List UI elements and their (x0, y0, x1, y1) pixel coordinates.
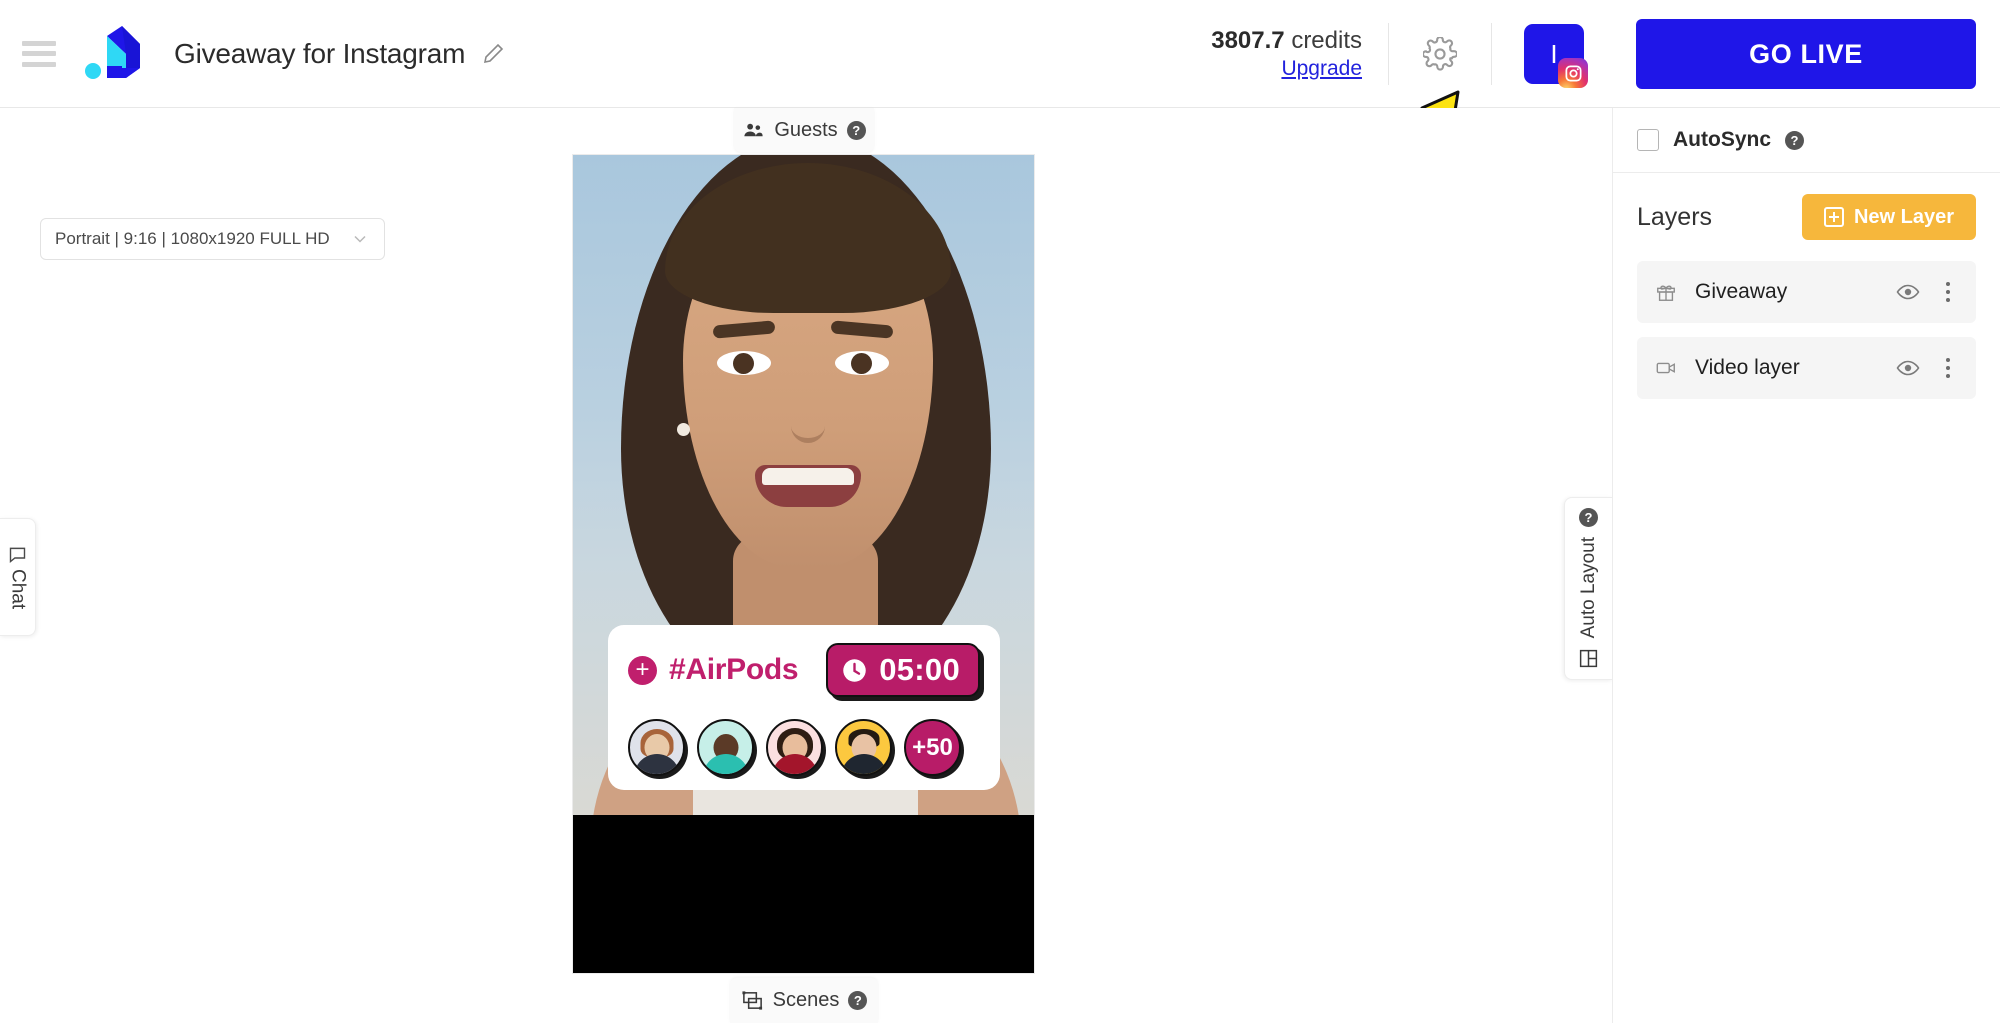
hamburger-menu-icon[interactable] (22, 40, 56, 67)
layer-visibility-toggle[interactable] (1896, 356, 1920, 380)
clock-icon (843, 658, 866, 682)
auto-layout-help-icon[interactable]: ? (1579, 508, 1598, 527)
pencil-icon[interactable] (481, 42, 505, 66)
giveaway-hashtag: #AirPods (669, 653, 799, 686)
upgrade-link[interactable]: Upgrade (1211, 56, 1362, 82)
eye-icon (1896, 284, 1920, 300)
plus-square-icon (1823, 207, 1844, 227)
three-dots-icon (1946, 282, 1950, 286)
credits-label: credits (1291, 26, 1362, 54)
gift-icon (1657, 285, 1675, 301)
user-avatar-button[interactable]: I (1492, 24, 1616, 88)
layer-visibility-toggle[interactable] (1896, 280, 1920, 304)
video-camera-icon (1656, 362, 1675, 374)
go-live-button[interactable]: GO LIVE (1636, 19, 1976, 89)
giveaway-timer: 05:00 (826, 643, 980, 697)
scenes-tab-label: Scenes (772, 989, 840, 1011)
people-group-icon (744, 123, 763, 136)
autosync-row[interactable]: AutoSync ? (1613, 108, 2000, 173)
chevron-down-icon (354, 235, 366, 243)
three-dots-icon (1946, 358, 1950, 362)
video-preview-canvas[interactable]: + #AirPods 05:00 +50 (573, 155, 1034, 973)
giveaway-widget-header: + #AirPods 05:00 (628, 643, 980, 697)
instagram-icon (1558, 58, 1588, 88)
page-title: Giveaway for Instagram (174, 37, 466, 69)
app-logo-icon[interactable] (78, 22, 152, 86)
layer-row-giveaway[interactable]: Giveaway (1637, 261, 1976, 323)
layout-grid-icon (1579, 649, 1598, 668)
autosync-label: AutoSync (1673, 128, 1772, 151)
avatar: I (1524, 24, 1588, 88)
new-layer-label: New Layer (1853, 205, 1954, 228)
participant-avatar (628, 719, 685, 776)
right-panel: AutoSync ? Layers New Layer Giveaway Vid… (1612, 108, 2000, 1023)
layers-title: Layers (1637, 202, 1713, 231)
scenes-frame-icon (742, 991, 762, 1010)
aspect-ratio-select[interactable]: Portrait | 9:16 | 1080x1920 FULL HD (40, 218, 385, 260)
auto-layout-tab[interactable]: ? Auto Layout (1564, 497, 1612, 680)
layer-menu-button[interactable] (1938, 282, 1958, 302)
scenes-tab[interactable]: Scenes ? (730, 978, 878, 1023)
credits-amount: 3807.7 (1211, 26, 1285, 54)
chat-tab[interactable]: Chat (0, 518, 36, 636)
app-header: Giveaway for Instagram 3807.7 credits Up… (0, 0, 2000, 108)
participant-avatar (766, 719, 823, 776)
plus-circle-icon[interactable]: + (628, 655, 657, 685)
auto-layout-tab-label: Auto Layout (1577, 536, 1599, 639)
layer-row-video[interactable]: Video layer (1637, 337, 1976, 399)
giveaway-participants: +50 (628, 719, 980, 776)
layer-menu-button[interactable] (1938, 358, 1958, 378)
participant-avatar (835, 719, 892, 776)
chat-bubble-icon (9, 548, 26, 564)
app-root: Giveaway for Instagram 3807.7 credits Up… (0, 0, 2000, 1023)
guests-tab[interactable]: Guests ? (734, 108, 874, 152)
guests-help-icon[interactable]: ? (846, 120, 866, 140)
giveaway-timer-value: 05:00 (879, 652, 960, 687)
settings-button[interactable] (1389, 37, 1491, 71)
header-right-cluster: 3807.7 credits Upgrade I GO LIVE (1211, 0, 2000, 108)
aspect-ratio-value: Portrait | 9:16 | 1080x1920 FULL HD (55, 229, 330, 248)
participant-avatar (697, 719, 754, 776)
gear-icon (1423, 37, 1457, 71)
giveaway-overlay-widget[interactable]: + #AirPods 05:00 +50 (608, 625, 1000, 790)
layer-name: Giveaway (1695, 280, 1788, 303)
avatar-letter: I (1550, 38, 1558, 69)
layers-header: Layers New Layer (1613, 173, 2000, 261)
new-layer-button[interactable]: New Layer (1801, 194, 1976, 240)
credits-block: 3807.7 credits Upgrade (1211, 26, 1388, 82)
layer-name: Video layer (1695, 356, 1800, 379)
autosync-help-icon[interactable]: ? (1785, 130, 1805, 150)
participants-more-count: +50 (904, 719, 961, 776)
giveaway-hashtag-group: + #AirPods (628, 653, 799, 687)
eye-icon (1896, 360, 1920, 376)
autosync-checkbox[interactable] (1637, 129, 1659, 151)
chat-tab-label: Chat (7, 569, 29, 610)
scenes-help-icon[interactable]: ? (848, 991, 868, 1010)
credits-line: 3807.7 credits (1211, 26, 1362, 56)
guests-tab-label: Guests (774, 118, 838, 141)
